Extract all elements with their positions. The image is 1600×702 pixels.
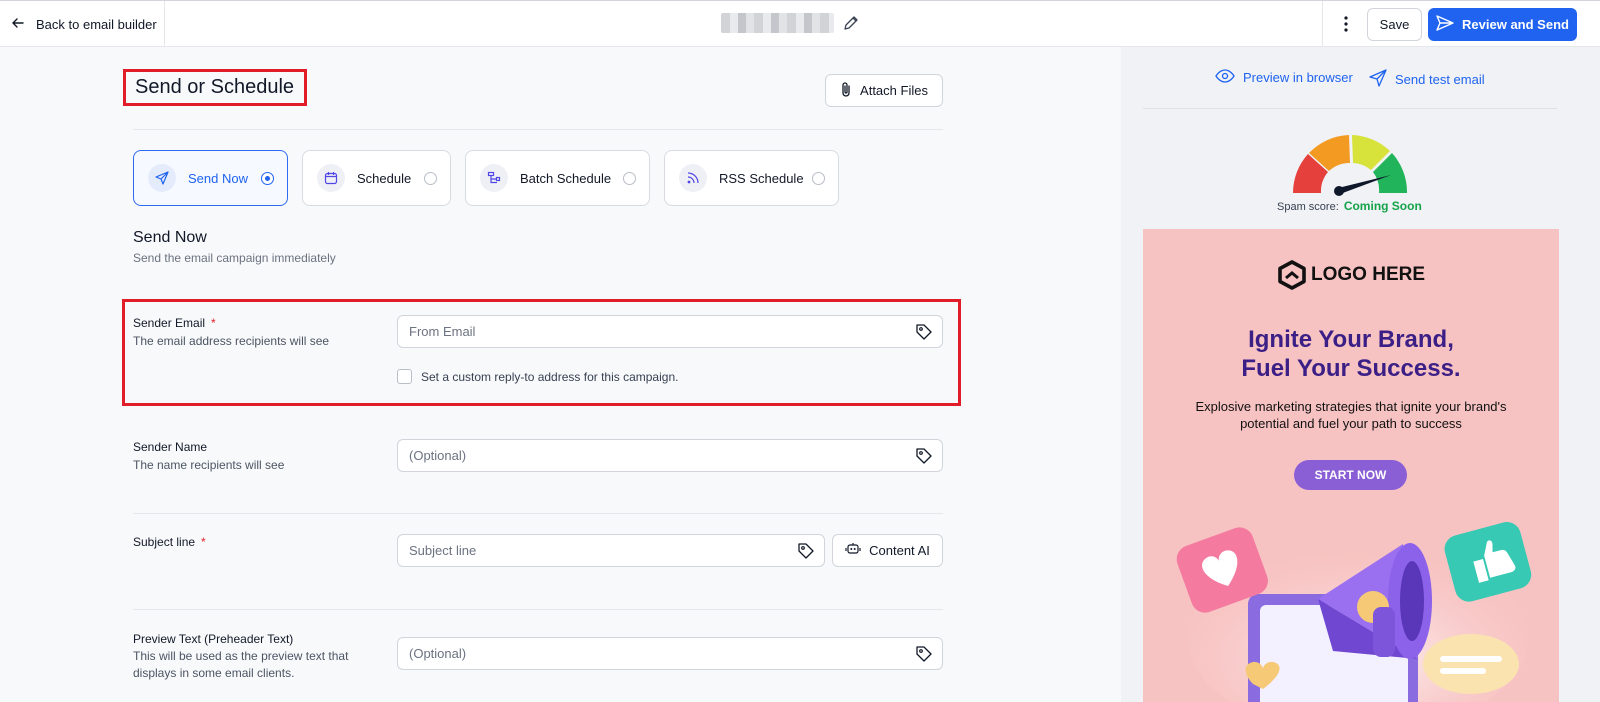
save-button[interactable]: Save [1367,8,1422,41]
placeholder: (Optional) [409,448,467,463]
send-icon [148,164,176,192]
megaphone-illustration [1176,522,1532,702]
start-now-button: START NOW [1294,460,1407,490]
sender-name-label: Sender Name [133,440,208,454]
email-logo: LOGO HERE [1278,260,1425,290]
review-label: Review and Send [1462,17,1569,32]
page-title: Send or Schedule [123,69,307,106]
preview-text-label: Preview Text (Preheader Text) [133,632,294,646]
divider [133,513,943,514]
divider [1322,1,1323,47]
option-label: RSS Schedule [719,170,804,186]
option-label: Schedule [357,170,412,186]
divider [133,129,943,130]
reply-to-label: Set a custom reply-to address for this c… [421,369,679,384]
tag-icon[interactable] [915,645,933,666]
more-options-icon[interactable] [1332,1,1360,47]
required-marker: * [211,316,216,330]
spam-score-gauge-icon [1293,135,1408,196]
arrow-left-icon [11,16,25,33]
campaign-name-redacted [721,13,834,33]
hierarchy-icon [480,164,508,192]
label-text: Subject line [133,535,196,549]
pencil-icon[interactable] [842,15,859,37]
reply-to-checkbox[interactable] [397,369,412,384]
headline-line: Fuel Your Success. [1241,355,1461,382]
placeholder: Subject line [409,543,477,558]
from-email-input[interactable]: From Email [397,315,943,348]
tag-icon[interactable] [797,542,815,563]
divider [133,609,943,610]
option-rss-schedule[interactable]: RSS Schedule [664,150,839,206]
subject-line-input[interactable]: Subject line [397,534,825,567]
required-marker: * [201,535,206,549]
spam-value: Coming Soon [1343,199,1422,213]
tag-icon[interactable] [915,447,933,468]
robot-icon [845,542,861,559]
section-subtitle: Send the email campaign immediately [133,251,336,265]
logo-text: LOGO HERE [1311,264,1426,285]
radio[interactable] [812,172,825,185]
preview-browser-label: Preview in browser [1243,70,1353,85]
send-icon [1369,69,1387,90]
spam-label: Spam score: [1277,201,1339,213]
content-ai-label: Content AI [869,543,930,558]
paperclip-icon [840,81,852,101]
email-body-text: Explosive marketing strategies that igni… [1195,399,1507,431]
email-preview: LOGO HERE Ignite Your Brand, Fuel Your S… [1143,229,1559,702]
placeholder: From Email [409,324,476,339]
tag-icon[interactable] [915,323,933,344]
preview-in-browser-link[interactable]: Preview in browser [1215,69,1353,86]
review-and-send-button[interactable]: Review and Send [1428,8,1577,41]
send-test-email-link[interactable]: Send test email [1369,69,1485,90]
email-headline: Ignite Your Brand, Fuel Your Success. [1143,325,1559,383]
option-label: Batch Schedule [520,170,612,186]
send-test-label: Send test email [1395,72,1485,87]
placeholder: (Optional) [409,646,467,661]
attach-files-button[interactable]: Attach Files [825,74,943,107]
headline-line: Ignite Your Brand, [1248,326,1454,353]
rss-icon [679,164,707,192]
back-label: Back to email builder [36,16,157,32]
preview-text-help: This will be used as the preview text th… [133,649,349,680]
calendar-icon [317,164,345,192]
radio[interactable] [424,172,437,185]
attach-label: Attach Files [860,83,928,98]
sender-name-help: The name recipients will see [133,458,285,472]
option-schedule[interactable]: Schedule [302,150,451,206]
content-ai-button[interactable]: Content AI [832,534,943,567]
preview-text-input[interactable]: (Optional) [397,637,943,670]
hexagon-logo-icon [1278,260,1306,290]
option-label: Send Now [188,170,248,186]
option-send-now[interactable]: Send Now [133,150,288,206]
send-icon [1436,15,1454,34]
back-to-builder-button[interactable]: Back to email builder [0,1,165,47]
sender-email-label: Sender Email * [133,316,216,330]
divider [1143,108,1557,109]
subject-line-label: Subject line * [133,535,206,549]
reply-to-checkbox-row[interactable]: Set a custom reply-to address for this c… [397,369,678,384]
top-bar: Back to email builder Save Review and Se… [0,0,1600,47]
section-title: Send Now [133,229,207,246]
radio[interactable] [623,172,636,185]
sender-email-help: The email address recipients will see [133,334,330,348]
spam-score: Spam score: Coming Soon [1277,199,1422,213]
option-batch-schedule[interactable]: Batch Schedule [465,150,650,206]
eye-icon [1215,69,1235,86]
radio-selected[interactable] [261,172,274,185]
sender-name-input[interactable]: (Optional) [397,439,943,472]
label-text: Sender Email [133,316,206,330]
